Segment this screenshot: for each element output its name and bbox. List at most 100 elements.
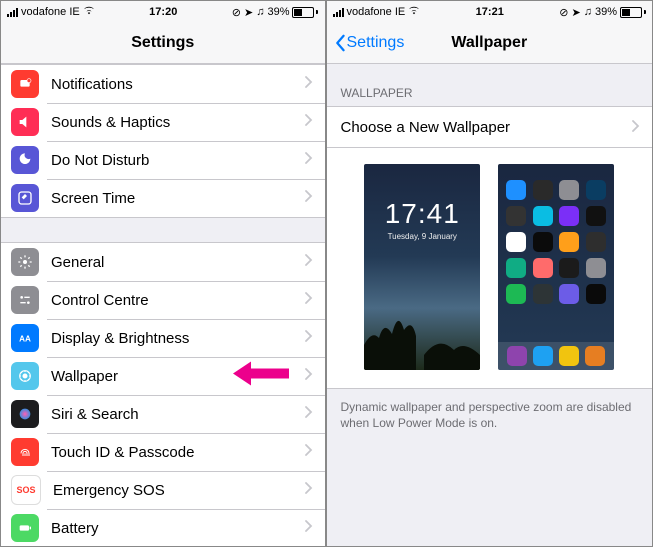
battery-pct: 39% <box>595 6 617 18</box>
app-icon <box>559 284 579 304</box>
headphones-icon: ♫ <box>584 6 592 18</box>
dock-app-icon <box>507 346 527 366</box>
settings-row-display[interactable]: AA Display & Brightness <box>1 319 325 357</box>
sos-icon: SOS <box>11 475 41 505</box>
settings-row-touchid[interactable]: Touch ID & Passcode <box>1 433 325 471</box>
footer-note: Dynamic wallpaper and perspective zoom a… <box>327 389 653 441</box>
app-icon <box>533 284 553 304</box>
app-icon <box>586 232 606 252</box>
chevron-right-icon <box>305 405 313 423</box>
dock-app-icon <box>585 346 605 366</box>
wallpaper-icon <box>11 362 39 390</box>
status-bar: vodafone IE 17:21 ⊘ ➤ ♫ 39% <box>327 1 653 23</box>
app-icon <box>586 206 606 226</box>
chevron-right-icon <box>305 189 313 207</box>
rotation-lock-icon: ⊘ <box>232 6 241 19</box>
page-title: Wallpaper <box>451 34 527 52</box>
battery-icon <box>620 7 646 18</box>
dock <box>498 342 614 370</box>
row-label: Display & Brightness <box>51 330 305 347</box>
display-icon: AA <box>11 324 39 352</box>
settings-row-sos[interactable]: SOS Emergency SOS <box>1 471 325 509</box>
chevron-right-icon <box>305 151 313 169</box>
status-bar: vodafone IE 17:20 ⊘ ➤ ♫ 39% <box>1 1 325 23</box>
row-label: Notifications <box>51 76 305 93</box>
battery-icon <box>292 7 318 18</box>
wallpaper-screen: vodafone IE 17:21 ⊘ ➤ ♫ 39% Settings Wal… <box>327 1 653 546</box>
wifi-icon <box>83 6 95 18</box>
app-icon <box>506 180 526 200</box>
chevron-right-icon <box>305 113 313 131</box>
app-icon <box>533 232 553 252</box>
clock: 17:21 <box>476 6 504 18</box>
settings-row-sounds[interactable]: Sounds & Haptics <box>1 103 325 141</box>
chevron-right-icon <box>305 291 313 309</box>
app-icon <box>586 258 606 278</box>
chevron-right-icon <box>305 75 313 93</box>
row-label: Emergency SOS <box>53 482 305 499</box>
nav-bar: Settings <box>1 23 325 64</box>
screentime-icon <box>11 184 39 212</box>
settings-row-notifications[interactable]: Notifications <box>1 64 325 103</box>
signal-icon <box>333 8 344 17</box>
carrier-label: vodafone IE <box>347 6 406 18</box>
chevron-right-icon <box>305 367 313 385</box>
sounds-icon <box>11 108 39 136</box>
app-icon <box>533 258 553 278</box>
choose-wallpaper-row[interactable]: Choose a New Wallpaper <box>327 106 653 148</box>
back-label: Settings <box>347 34 405 52</box>
settings-screen: vodafone IE 17:20 ⊘ ➤ ♫ 39% Settings Not… <box>1 1 327 546</box>
app-icon <box>506 232 526 252</box>
section-header: WALLPAPER <box>327 64 653 106</box>
nav-bar: Settings Wallpaper <box>327 23 653 64</box>
location-icon: ➤ <box>244 6 253 19</box>
row-label: Sounds & Haptics <box>51 114 305 131</box>
app-icon <box>506 206 526 226</box>
chevron-right-icon <box>305 329 313 347</box>
app-icon <box>559 206 579 226</box>
row-label: Wallpaper <box>51 368 305 385</box>
chevron-right-icon <box>305 481 313 499</box>
wallpaper-previews: 17:41 Tuesday, 9 January <box>327 148 653 389</box>
settings-row-wallpaper[interactable]: Wallpaper <box>1 357 325 395</box>
battery-icon <box>11 514 39 542</box>
general-icon <box>11 248 39 276</box>
lock-time: 17:41 <box>364 164 480 230</box>
app-icon <box>559 180 579 200</box>
controlcentre-icon <box>11 286 39 314</box>
siri-icon <box>11 400 39 428</box>
lock-screen-preview[interactable]: 17:41 Tuesday, 9 January <box>364 164 480 370</box>
row-label: Touch ID & Passcode <box>51 444 305 461</box>
svg-text:AA: AA <box>19 335 31 344</box>
settings-row-general[interactable]: General <box>1 242 325 281</box>
chevron-right-icon <box>632 119 640 136</box>
clock: 17:20 <box>149 6 177 18</box>
back-button[interactable]: Settings <box>333 23 405 63</box>
app-icon <box>559 258 579 278</box>
dock-app-icon <box>559 346 579 366</box>
home-screen-preview[interactable] <box>498 164 614 370</box>
row-label: Siri & Search <box>51 406 305 423</box>
row-label: General <box>51 254 305 271</box>
settings-row-screentime[interactable]: Screen Time <box>1 179 325 218</box>
app-icon <box>533 206 553 226</box>
carrier-label: vodafone IE <box>21 6 80 18</box>
headphones-icon: ♫ <box>256 6 264 18</box>
page-title: Settings <box>131 34 194 52</box>
app-icon <box>506 258 526 278</box>
notifications-icon <box>11 70 39 98</box>
chevron-right-icon <box>305 519 313 537</box>
dnd-icon <box>11 146 39 174</box>
row-label: Do Not Disturb <box>51 152 305 169</box>
settings-list[interactable]: Notifications Sounds & Haptics Do Not Dist… <box>1 64 325 546</box>
row-label: Control Centre <box>51 292 305 309</box>
settings-row-battery[interactable]: Battery <box>1 509 325 546</box>
wifi-icon <box>408 6 420 18</box>
tree-silhouette <box>364 300 480 370</box>
chevron-right-icon <box>305 253 313 271</box>
settings-row-siri[interactable]: Siri & Search <box>1 395 325 433</box>
settings-row-controlcentre[interactable]: Control Centre <box>1 281 325 319</box>
settings-row-dnd[interactable]: Do Not Disturb <box>1 141 325 179</box>
app-icon <box>586 284 606 304</box>
signal-icon <box>7 8 18 17</box>
